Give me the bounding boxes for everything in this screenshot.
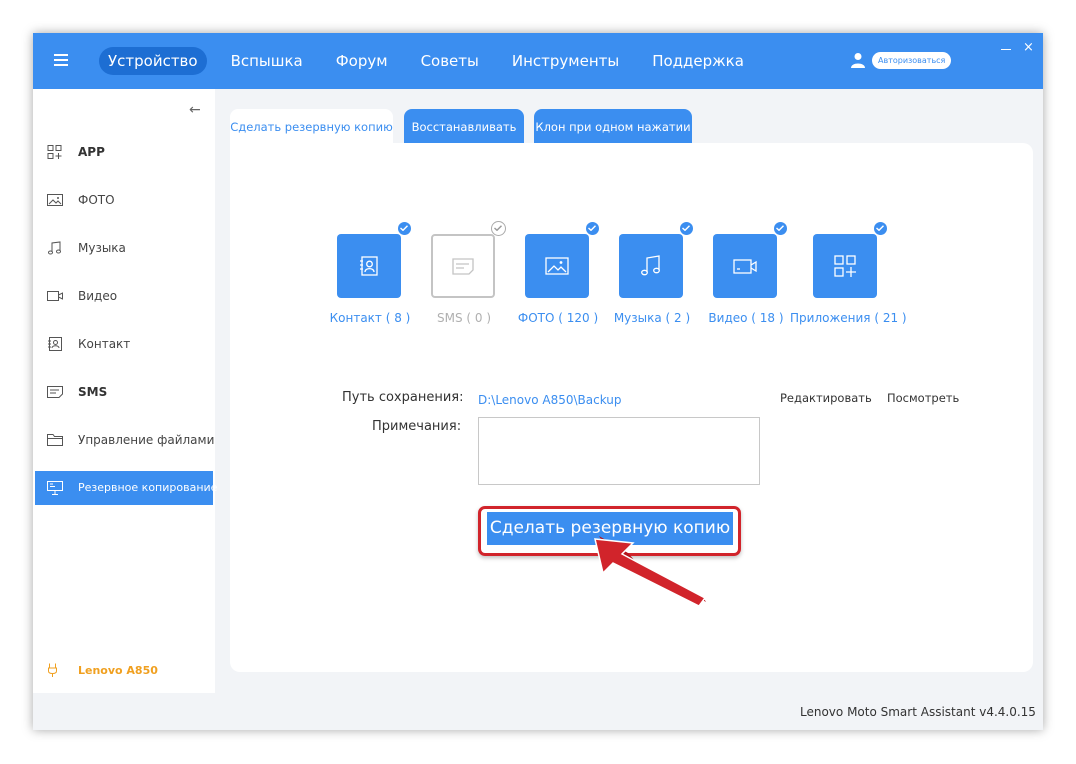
app-window: Устройство Вспышка Форум Советы Инструме… — [33, 33, 1043, 730]
nav-device[interactable]: Устройство — [99, 47, 207, 75]
sidebar-item-label: ФОТО — [78, 193, 115, 207]
apps-icon — [834, 255, 856, 277]
category-tile — [337, 234, 401, 298]
hamburger-menu-icon[interactable] — [54, 54, 68, 66]
category-tile — [619, 234, 683, 298]
category-video[interactable] — [713, 221, 788, 300]
category-tile — [431, 234, 495, 298]
sidebar-item-sms[interactable]: SMS — [35, 375, 213, 409]
backup-button[interactable]: Сделать резервную копию — [487, 512, 733, 545]
nav-flash[interactable]: Вспышка — [222, 47, 312, 75]
checkbox-checked-icon[interactable] — [873, 221, 888, 236]
save-path-value: D:\Lenovo A850\Backup — [478, 393, 622, 407]
close-button[interactable]: × — [1023, 38, 1034, 58]
checkbox-checked-icon[interactable] — [585, 221, 600, 236]
category-label-music: Музыка ( 2 ) — [613, 311, 691, 325]
music-icon — [641, 255, 660, 276]
sidebar-item-label: SMS — [78, 385, 108, 399]
nav-tools[interactable]: Инструменты — [503, 47, 628, 75]
sms-icon — [452, 258, 474, 275]
photo-icon — [545, 257, 569, 275]
video-icon — [733, 259, 757, 274]
category-label-video: Видео ( 18 ) — [708, 311, 784, 325]
category-label-photo: ФОТО ( 120 ) — [517, 311, 599, 325]
sidebar-item-label: Контакт — [78, 337, 131, 351]
checkbox-checked-icon[interactable] — [679, 221, 694, 236]
sidebar-item-label: Музыка — [78, 241, 126, 255]
minimize-button[interactable] — [1001, 49, 1011, 50]
sidebar-item-files[interactable]: Управление файлами — [35, 423, 215, 457]
notes-input[interactable] — [478, 417, 760, 485]
category-label-contact: Контакт ( 8 ) — [329, 311, 411, 325]
nav-tips[interactable]: Советы — [412, 47, 488, 75]
nav-forum[interactable]: Форум — [327, 47, 397, 75]
category-sms[interactable] — [431, 221, 506, 300]
user-icon[interactable] — [851, 52, 865, 68]
category-label-sms: SMS ( 0 ) — [436, 311, 492, 325]
usb-plug-icon — [48, 663, 57, 677]
sidebar-item-app[interactable]: APP — [35, 135, 213, 169]
nav-support[interactable]: Поддержка — [643, 47, 753, 75]
sms-icon — [47, 386, 63, 398]
tab-restore[interactable]: Восстанавливать — [404, 109, 524, 145]
category-tile — [525, 234, 589, 298]
device-name: Lenovo A850 — [78, 664, 158, 677]
sidebar-item-contact[interactable]: Контакт — [35, 327, 213, 361]
category-label-apps: Приложения ( 21 ) — [790, 311, 907, 325]
top-bar: Устройство Вспышка Форум Советы Инструме… — [33, 33, 1043, 89]
version-label: Lenovo Moto Smart Assistant v4.4.0.15 — [800, 705, 1036, 719]
contact-icon — [48, 337, 62, 351]
photo-icon — [47, 194, 63, 206]
backup-panel: Контакт ( 8 ) SMS ( 0 ) ФОТО ( 120 ) Муз… — [230, 143, 1033, 672]
tab-clone[interactable]: Клон при одном нажатии — [534, 109, 692, 145]
connected-device[interactable]: Lenovo A850 — [33, 659, 215, 683]
sidebar-item-label: Видео — [78, 289, 118, 303]
main-nav: Устройство Вспышка Форум Советы Инструме… — [99, 47, 768, 75]
category-music[interactable] — [619, 221, 694, 300]
sidebar-item-photo[interactable]: ФОТО — [35, 183, 213, 217]
sidebar-item-label: Управление файлами — [78, 433, 215, 447]
sidebar-item-label: APP — [78, 145, 105, 159]
video-icon — [47, 291, 63, 301]
music-icon — [48, 241, 61, 255]
notes-label: Примечания: — [372, 419, 462, 434]
category-apps[interactable] — [813, 221, 888, 300]
sidebar-item-music[interactable]: Музыка — [35, 231, 213, 265]
save-path-label: Путь сохранения: — [342, 390, 464, 405]
checkbox-unchecked-icon[interactable] — [491, 221, 506, 236]
sidebar-item-backup[interactable]: Резервное копирование — [35, 471, 217, 505]
collapse-arrow-icon[interactable]: ← — [189, 102, 201, 118]
checkbox-checked-icon[interactable] — [773, 221, 788, 236]
folder-icon — [47, 434, 63, 446]
category-tile — [713, 234, 777, 298]
sidebar: ← APP ФОТО Музыка Видео Контакт SMS Упра… — [33, 89, 217, 693]
sidebar-item-video[interactable]: Видео — [35, 279, 213, 313]
category-contact[interactable] — [337, 221, 412, 300]
contact-icon — [360, 256, 378, 276]
sidebar-item-label: Резервное копирование — [78, 481, 218, 494]
edit-path-link[interactable]: Редактировать — [780, 391, 872, 405]
apps-icon — [47, 145, 62, 159]
category-photo[interactable] — [525, 221, 600, 300]
login-button[interactable]: Авторизоваться — [872, 52, 952, 69]
checkbox-checked-icon[interactable] — [397, 221, 412, 236]
backup-icon — [47, 481, 63, 495]
view-path-link[interactable]: Посмотреть — [887, 391, 959, 405]
category-tile — [813, 234, 877, 298]
